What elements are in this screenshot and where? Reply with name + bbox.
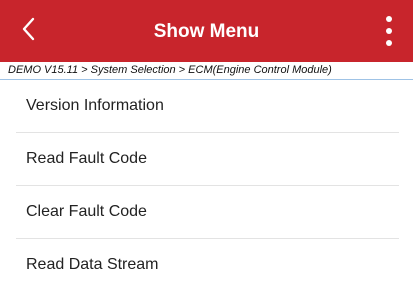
menu-item-label: Read Data Stream: [26, 256, 159, 273]
page-title: Show Menu: [153, 21, 260, 42]
menu-item-label: Clear Fault Code: [26, 203, 147, 220]
menu-item-clear-fault-code[interactable]: Clear Fault Code: [0, 186, 413, 239]
chevron-left-icon: [22, 17, 35, 41]
menu-item-read-fault-code[interactable]: Read Fault Code: [0, 133, 413, 186]
more-options-button[interactable]: [383, 14, 395, 48]
breadcrumb: DEMO V15.11 > System Selection > ECM(Eng…: [8, 64, 332, 76]
menu-item-label: Version Information: [26, 97, 164, 114]
more-vertical-icon: [386, 16, 392, 46]
menu-item-read-data-stream[interactable]: Read Data Stream: [0, 239, 413, 288]
app-screen: Show Menu DEMO V15.11 > System Selection…: [0, 0, 413, 288]
title-bar: Show Menu: [0, 0, 413, 62]
menu-item-version-information[interactable]: Version Information: [0, 80, 413, 133]
back-button[interactable]: [14, 12, 48, 46]
menu-item-label: Read Fault Code: [26, 150, 147, 167]
function-menu: Version Information Read Fault Code Clea…: [0, 80, 413, 288]
